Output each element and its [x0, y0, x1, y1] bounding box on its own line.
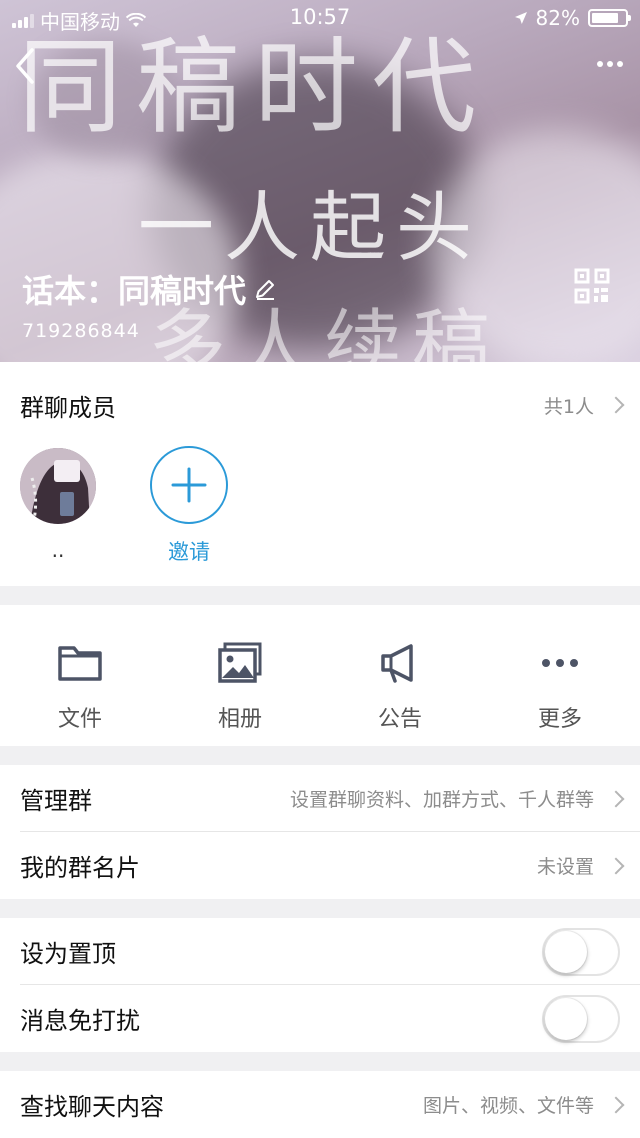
tool-files-label: 文件 [57, 707, 102, 732]
battery-percent: 82% [535, 6, 580, 30]
status-bar: 中国移动 10:57 82% [0, 0, 640, 34]
invite-button[interactable] [150, 446, 228, 524]
plus-icon [171, 467, 207, 503]
folder-icon [58, 646, 102, 681]
dot [617, 61, 623, 67]
chevron-right-icon [607, 857, 625, 874]
more-options-button[interactable] [590, 50, 630, 78]
group-tools-section: 文件 相册 公告 更多 [0, 605, 640, 746]
status-right: 82% [514, 6, 631, 30]
dot [607, 61, 613, 67]
group-name-text: 话本：同稿时代 [22, 272, 247, 310]
tool-announcement[interactable]: 公告 [320, 605, 480, 746]
chevron-right-icon [607, 1096, 625, 1113]
tool-files[interactable]: 文件 [0, 605, 160, 746]
members-header-row[interactable]: 群聊成员 共1人 [0, 362, 640, 448]
tool-album[interactable]: 相册 [160, 605, 320, 746]
avatar-image [20, 448, 96, 524]
pencil-icon[interactable] [254, 278, 276, 300]
members-count: 共1人 [543, 395, 594, 418]
group-name[interactable]: 话本：同稿时代 [22, 266, 276, 312]
group-card-row[interactable]: 我的群名片 未设置 [0, 832, 640, 899]
tool-album-label: 相册 [217, 707, 262, 732]
dot [597, 61, 603, 67]
back-chevron-icon[interactable] [10, 44, 40, 88]
tool-more-label: 更多 [537, 707, 582, 732]
chevron-right-icon [607, 790, 625, 807]
manage-group-value: 设置群聊资料、加群方式、千人群等 [289, 789, 594, 811]
group-card-label: 我的群名片 [20, 854, 140, 882]
search-history-row[interactable]: 查找聊天内容 图片、视频、文件等 [0, 1071, 640, 1138]
megaphone-icon [381, 644, 413, 683]
toggle-knob [545, 997, 587, 1040]
search-section: 查找聊天内容 图片、视频、文件等 [0, 1071, 640, 1138]
tool-announcement-label: 公告 [377, 707, 422, 732]
search-history-value: 图片、视频、文件等 [422, 1095, 594, 1117]
manage-section: 管理群 设置群聊资料、加群方式、千人群等 我的群名片 未设置 [0, 765, 640, 899]
pin-row: 设为置顶 [0, 918, 640, 985]
battery-level-fill [592, 13, 619, 23]
more-dots-icon [542, 659, 578, 667]
mute-row: 消息免打扰 [0, 985, 640, 1052]
member-name: .. [51, 538, 65, 562]
members-title: 群聊成员 [20, 393, 116, 422]
member-avatar[interactable] [20, 448, 96, 524]
invite-label: 邀请 [168, 540, 210, 564]
group-header: 同稿时代 一人起头 多人续稿 中国移动 10:57 82% 话本：同稿时代 71… [0, 0, 640, 362]
pin-label: 设为置顶 [20, 940, 116, 968]
pin-toggle[interactable] [542, 927, 620, 976]
mute-toggle[interactable] [542, 994, 620, 1043]
toggle-section: 设为置顶 消息免打扰 [0, 918, 640, 1052]
manage-group-row[interactable]: 管理群 设置群聊资料、加群方式、千人群等 [0, 765, 640, 832]
photo-album-icon [218, 642, 262, 683]
toggle-knob [545, 930, 587, 973]
chevron-right-icon [607, 396, 625, 414]
search-history-label: 查找聊天内容 [20, 1093, 164, 1121]
mute-label: 消息免打扰 [20, 1007, 140, 1035]
qr-code-icon[interactable] [574, 268, 610, 304]
manage-group-label: 管理群 [20, 787, 92, 815]
cover-text-line2: 一人起头 [138, 183, 482, 272]
members-section: 群聊成员 共1人 [0, 362, 640, 586]
location-arrow-icon [514, 12, 527, 24]
battery-icon [588, 9, 631, 27]
group-id: 719286844 [22, 320, 140, 342]
group-card-value: 未设置 [536, 856, 594, 878]
tool-more[interactable]: 更多 [480, 605, 640, 746]
